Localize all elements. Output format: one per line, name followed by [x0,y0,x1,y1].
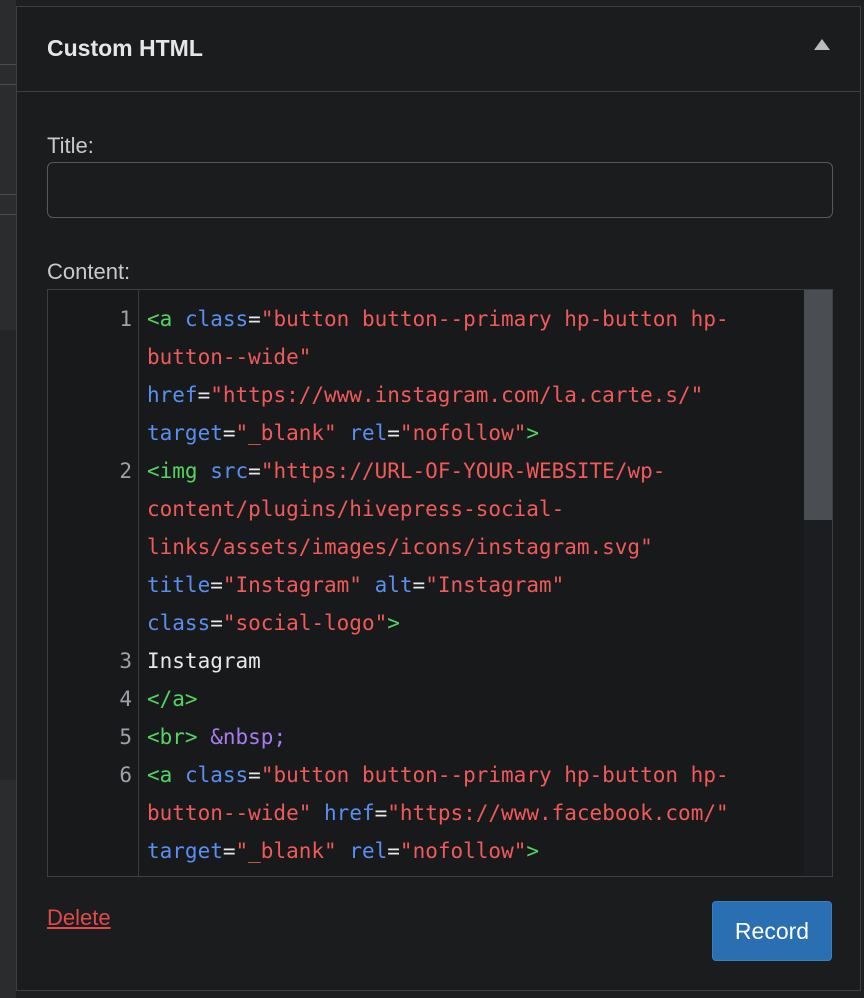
code-token: href [324,801,375,825]
code-line: <a class="button button--primary hp-butt… [147,756,795,794]
code-token: Instagram [147,649,261,673]
code-line: <a class="button button--primary hp-butt… [147,300,795,338]
line-number: 1 [119,307,132,331]
title-input[interactable] [47,162,833,218]
code-token: content/plugins/hivepress-social- [147,497,565,521]
code-token: title [147,573,211,597]
code-token: = [387,421,400,445]
code-line: button--wide" href="https://www.facebook… [147,794,795,832]
code-token: button--wide" [147,345,312,369]
scrollbar-thumb[interactable] [804,290,832,520]
editor-scrollbar[interactable] [804,290,832,876]
code-line: title="Instagram" alt="Instagram" [147,566,795,604]
line-number: 6 [119,763,132,787]
code-token: target [147,421,223,445]
line-number: 4 [119,687,132,711]
code-line: <img src="https://URL-OF-YOUR-WEBSITE/wp… [147,452,795,490]
code-token: rel [349,839,388,863]
code-token: = [222,421,236,445]
code-token: "_blank" [235,839,337,863]
background-divider [0,84,16,85]
code-token: = [197,383,211,407]
code-token: href [147,383,198,407]
code-token: <a [147,763,185,787]
code-token: class [184,307,249,331]
code-token: = [248,763,261,787]
code-token: = [387,839,400,863]
code-token: button--wide" [147,801,312,825]
code-token: "Instagram" [222,573,362,597]
code-token: = [412,573,426,597]
code-token: "https://www.facebook.com/" [387,801,729,825]
delete-link[interactable]: Delete [47,905,111,931]
code-line: button--wide" [147,338,795,376]
code-token: <img [147,459,211,483]
code-token: <a [147,307,185,331]
background-divider [0,64,16,65]
code-token: target [147,839,223,863]
code-token: > [387,611,400,635]
code-token: "button button--primary hp-button hp- [260,763,729,787]
content-label: Content: [47,259,131,284]
code-line: href="https://www.instagram.com/la.carte… [147,376,795,414]
title-label: Title: [47,133,94,158]
code-token: class [147,611,211,635]
code-token: "_blank" [235,421,337,445]
code-token: rel [349,421,388,445]
code-line: </a> [147,680,795,718]
code-token: = [210,573,223,597]
code-token: = [248,307,261,331]
line-number: 2 [119,459,132,483]
code-token: class [184,763,249,787]
code-line: class="social-logo"> [147,604,795,642]
code-content[interactable]: <a class="button button--primary hp-butt… [147,300,795,870]
code-line: target="_blank" rel="nofollow"> [147,414,795,452]
code-token: "https://www.instagram.com/la.carte.s/" [210,383,704,407]
line-number: 3 [119,649,132,673]
code-token: = [222,839,236,863]
code-token: "nofollow" [399,839,527,863]
code-line: target="_blank" rel="nofollow"> [147,832,795,870]
background-divider [0,194,16,195]
line-number-gutter: 1 2 3 4 5 6 [48,290,139,876]
background-divider [0,214,16,215]
code-token: </a> [147,687,198,711]
code-line: content/plugins/hivepress-social- [147,490,795,528]
code-token: src [210,459,249,483]
triangle-up-icon[interactable] [814,39,830,50]
code-editor[interactable]: 1 2 3 4 5 6 <a class="button button--pri… [47,289,833,877]
code-token: > [526,421,540,445]
code-token: &nbsp; [210,725,287,749]
code-token: "https://URL-OF-YOUR-WEBSITE/wp- [260,459,666,483]
code-token: = [210,611,223,635]
code-token: "nofollow" [399,421,527,445]
code-token: <br> [147,725,198,749]
background-block [0,330,16,780]
code-token: alt [374,573,413,597]
code-token: "Instagram" [425,573,565,597]
custom-html-widget: Custom HTML Title: Content: 1 2 3 4 5 6 … [16,6,861,991]
code-token: = [248,459,261,483]
code-token: links/assets/images/icons/instagram.svg" [147,535,653,559]
code-line: <br> &nbsp; [147,718,795,756]
code-token: "button button--primary hp-button hp- [260,307,729,331]
code-line: links/assets/images/icons/instagram.svg" [147,528,795,566]
widget-title: Custom HTML [47,35,203,61]
code-token: "social-logo" [222,611,388,635]
code-token: = [374,801,388,825]
widget-header[interactable]: Custom HTML [17,7,860,92]
line-number: 5 [119,725,132,749]
code-token: > [526,839,540,863]
record-button[interactable]: Record [712,901,832,961]
code-line: Instagram [147,642,795,680]
